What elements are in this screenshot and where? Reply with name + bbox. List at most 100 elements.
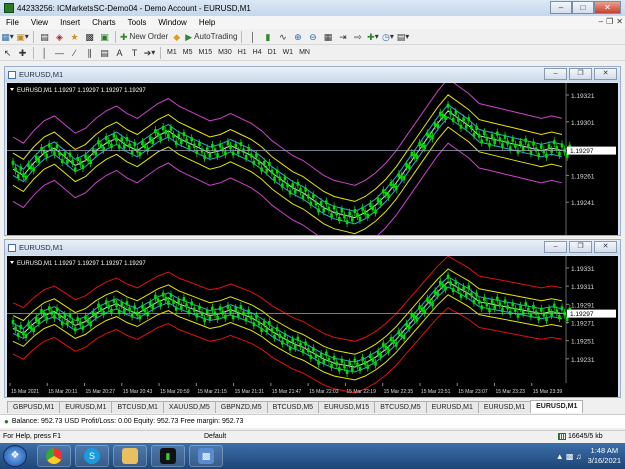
chart-plot-1[interactable]: 1.193211.193011.192811.192611.192411.192… (7, 83, 618, 235)
taskbar-skype[interactable]: S (75, 445, 109, 467)
arrows-icon[interactable]: ➔ ▾ (143, 46, 156, 59)
chart-close-icon[interactable]: ✕ (594, 68, 617, 80)
periods-icon[interactable]: ◷ ▾ (381, 30, 394, 43)
chart-plot-2[interactable]: 1.19331 1.19311 1.19291 1.19271 1.19251 1.192… (7, 256, 618, 397)
chart-tab[interactable]: GBPNZD,M5 (214, 401, 268, 413)
autotrading-label: AutoTrading (194, 32, 238, 41)
trendline-icon[interactable]: ∕ (68, 46, 81, 59)
chart-restore-icon[interactable]: ❐ (569, 68, 592, 80)
profiles-icon[interactable]: ▣ ▾ (16, 30, 29, 43)
templates-icon[interactable]: ▤ ▾ (396, 30, 410, 43)
line-chart-icon[interactable]: ∿ (276, 30, 289, 43)
tester-icon[interactable]: ▣ (98, 30, 111, 43)
menu-help[interactable]: Help (193, 18, 221, 27)
taskbar-chrome[interactable] (37, 445, 71, 467)
text-tool-icon[interactable]: A (113, 46, 126, 59)
timeframe-h4[interactable]: H4 (250, 49, 265, 56)
menu-tools[interactable]: Tools (122, 18, 153, 27)
mdi-restore-icon[interactable]: ❐ (606, 17, 613, 26)
clock[interactable]: 1:48 AM 3/16/2021 (588, 446, 621, 466)
candle (332, 355, 336, 360)
chart-window-2-titlebar[interactable]: EURUSD,M1 (5, 240, 620, 255)
bar-chart-icon[interactable]: │ (246, 30, 259, 43)
mdi-minimize-icon[interactable]: – (599, 17, 603, 26)
chart-tab[interactable]: EURUSD,M1 (477, 401, 532, 413)
cursor-icon[interactable]: ↖ (1, 46, 14, 59)
chart-window-2-controls: – ❐ ✕ (544, 241, 617, 253)
taskbar-explorer[interactable] (113, 445, 147, 467)
tile-windows-icon[interactable]: ▦ (321, 30, 334, 43)
traffic-text: 16645/5 kb (568, 433, 603, 440)
candle (167, 300, 170, 305)
chart-tab[interactable]: BTCUSD,M5 (374, 401, 427, 413)
taskbar-window[interactable]: ▩ (189, 445, 223, 467)
tray-icons[interactable]: ▲ ▩ ♫ (556, 452, 582, 461)
chart-minimize-icon[interactable]: – (544, 68, 567, 80)
navigator-icon[interactable]: ★ (68, 30, 81, 43)
start-button[interactable]: ❖ (3, 445, 27, 467)
market-watch-icon[interactable]: ▤ (38, 30, 51, 43)
indicators-icon[interactable]: ✚ ▾ (366, 30, 379, 43)
menu-view[interactable]: View (25, 18, 54, 27)
candle (319, 201, 323, 206)
autotrading-button[interactable]: ▶ AutoTrading (185, 30, 237, 43)
menu-charts[interactable]: Charts (86, 18, 122, 27)
new-order-button[interactable]: ✚ New Order (120, 30, 168, 43)
candle (270, 328, 274, 333)
candle (185, 303, 188, 308)
candle (115, 303, 118, 307)
chart-tab[interactable]: XAUUSD,M5 (162, 401, 216, 413)
chart-tab[interactable]: BTCUSD,M1 (111, 401, 164, 413)
candle (490, 134, 494, 139)
chart-minimize-icon[interactable]: – (544, 241, 567, 253)
candle (84, 154, 87, 159)
taskbar-metatrader[interactable]: ▮ (151, 445, 185, 467)
zoom-in-icon[interactable]: ⊕ (291, 30, 304, 43)
menu-file[interactable]: File (0, 18, 25, 27)
autoscroll-icon[interactable]: ⇨ (351, 30, 364, 43)
chart-shift-icon[interactable]: ⇥ (336, 30, 349, 43)
horizontal-line-icon[interactable]: — (53, 46, 66, 59)
candle (218, 306, 222, 311)
close-icon[interactable]: ✕ (594, 1, 621, 14)
timeframe-m5[interactable]: M5 (180, 49, 196, 56)
crosshair-icon[interactable]: ✚ (16, 46, 29, 59)
terminal-icon[interactable]: ▩ (83, 30, 96, 43)
fibonacci-icon[interactable]: ▤ (98, 46, 111, 59)
chart-tab[interactable]: EURUSD,M1 (425, 401, 479, 413)
candle (268, 161, 271, 166)
candlestick-icon[interactable]: ▮ (261, 30, 274, 43)
maximize-icon[interactable]: □ (572, 1, 594, 14)
timeframe-m15[interactable]: M15 (195, 49, 215, 56)
metaeditor-icon[interactable]: ◆ (170, 30, 183, 43)
timeframe-mn[interactable]: MN (296, 49, 313, 56)
mdi-close-icon[interactable]: ✕ (616, 17, 623, 26)
new-chart-icon[interactable]: ▦ ▾ (1, 30, 14, 43)
timeframe-w1[interactable]: W1 (280, 49, 297, 56)
chart-tab[interactable]: EURUSD,M1 (59, 401, 113, 413)
candle (374, 361, 377, 366)
candle (418, 305, 421, 310)
chart-tab[interactable]: BTCUSD,M5 (266, 401, 320, 413)
minimize-icon[interactable]: – (550, 1, 572, 14)
chart-window-1-titlebar[interactable]: EURUSD,M1 (5, 67, 620, 82)
timeframe-d1[interactable]: D1 (265, 49, 280, 56)
chart-tab[interactable]: EURUSD,M15 (318, 401, 376, 413)
timeframe-m1[interactable]: M1 (164, 49, 180, 56)
chart-restore-icon[interactable]: ❐ (569, 241, 592, 253)
price-label: 1.19321 (571, 93, 595, 100)
timeframe-m30[interactable]: M30 (215, 49, 235, 56)
chart-tab[interactable]: GBPUSD,M1 (7, 401, 61, 413)
menu-window[interactable]: Window (152, 18, 192, 27)
chart-close-icon[interactable]: ✕ (594, 241, 617, 253)
channel-icon[interactable]: ∥ (83, 46, 96, 59)
timeframe-h1[interactable]: H1 (235, 49, 250, 56)
candle (79, 321, 82, 326)
menu-insert[interactable]: Insert (54, 18, 86, 27)
zoom-out-icon[interactable]: ⊖ (306, 30, 319, 43)
chart-tab[interactable]: EURUSD,M1 (530, 400, 584, 413)
label-tool-icon[interactable]: T (128, 46, 141, 59)
vertical-line-icon[interactable]: │ (38, 46, 51, 59)
data-window-icon[interactable]: ◈ (53, 30, 66, 43)
candle (312, 347, 315, 352)
